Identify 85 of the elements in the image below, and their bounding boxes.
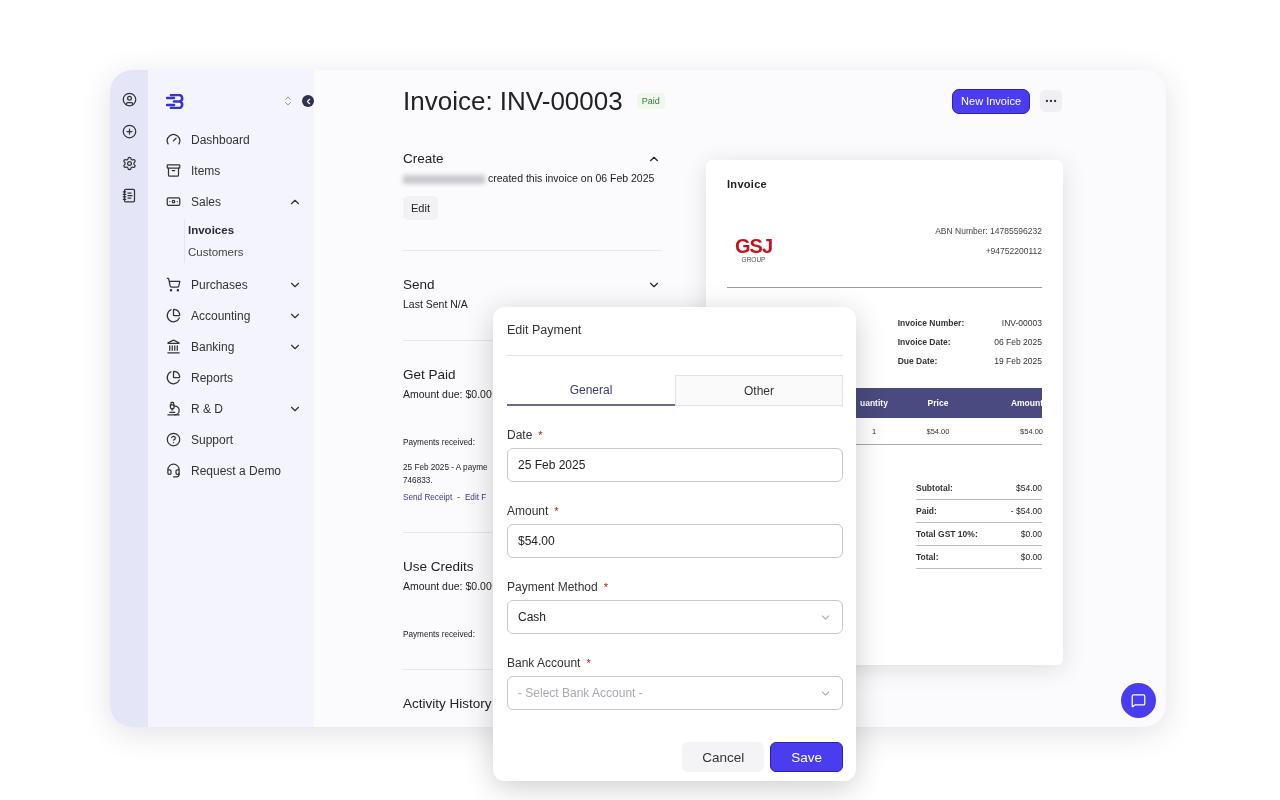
nav-subitem[interactable]: Customers <box>188 241 302 263</box>
settings-icon[interactable] <box>121 156 137 171</box>
help-icon <box>166 432 181 447</box>
section-text: Amount due: $0.00 <box>403 388 492 400</box>
notes-icon[interactable] <box>121 188 137 203</box>
column-header: Amount <box>1009 398 1043 408</box>
status-badge: Paid <box>636 93 665 109</box>
nav-item[interactable]: R & D <box>166 393 302 424</box>
total-label: Subtotal: <box>916 483 953 493</box>
pie-chart-icon <box>166 370 181 385</box>
collapse-button[interactable] <box>302 95 314 107</box>
logo-icon <box>166 93 185 109</box>
input-field[interactable]: $54.00 <box>507 524 843 558</box>
dialog-title: Edit Payment <box>507 323 843 356</box>
section-text: Last Sent N/A <box>403 298 468 310</box>
nav-item[interactable]: Sales <box>166 186 302 217</box>
phone-text: +94752200112 <box>985 246 1042 256</box>
column-header: uantity <box>860 398 889 408</box>
field-label: Date * <box>507 428 544 442</box>
page-title: Invoice: INV-00003 <box>403 85 623 117</box>
preview-title: Invoice <box>727 178 768 190</box>
total-value: - $54.00 <box>1010 506 1042 516</box>
separator-text: - <box>457 493 460 502</box>
detail-label: Due Date: <box>897 356 939 366</box>
payments-label: Payments received: <box>403 630 475 639</box>
section-title: Activity History <box>403 696 492 711</box>
pie-chart-icon <box>166 308 181 323</box>
user-icon[interactable] <box>121 92 137 107</box>
field-label: Payment Method * <box>507 580 609 594</box>
payment-entry: 25 Feb 2025 - A payme 746833. <box>403 462 488 487</box>
headset-icon <box>166 463 181 478</box>
add-icon[interactable] <box>121 124 137 139</box>
archive-box-icon <box>166 163 181 178</box>
switcher-icon[interactable] <box>282 95 294 107</box>
gauge-icon <box>166 132 181 147</box>
detail-label: Invoice Number: <box>897 318 965 328</box>
nav-subitem[interactable]: Invoices <box>188 219 302 241</box>
nav-item[interactable]: Banking <box>166 331 302 362</box>
action-link[interactable]: Send Receipt <box>403 493 453 502</box>
field-label: Amount * <box>507 504 560 518</box>
section-text: Amount due: $0.00 <box>403 580 492 592</box>
required-mark: * <box>603 581 608 593</box>
column-header: Price <box>926 398 950 408</box>
nav-item[interactable]: Support <box>166 424 302 455</box>
bank-icon <box>166 339 181 354</box>
total-value: $54.00 <box>1016 483 1042 493</box>
edit-button[interactable]: Edit <box>403 196 438 220</box>
action-link[interactable]: Edit F <box>464 493 487 502</box>
total-label: Total GST 10%: <box>916 529 978 539</box>
more-button[interactable] <box>1040 90 1062 112</box>
new-invoice-button[interactable]: New Invoice <box>952 88 1030 114</box>
nav-item[interactable]: Purchases <box>166 269 302 300</box>
total-value: $0.00 <box>1020 552 1042 562</box>
detail-value: 19 Feb 2025 <box>994 356 1042 366</box>
total-label: Paid: <box>916 506 937 516</box>
section-title: Get Paid <box>403 367 456 382</box>
required-mark: * <box>554 505 559 517</box>
chat-icon <box>1131 693 1146 708</box>
tab[interactable]: Other <box>675 375 843 406</box>
detail-value: 06 Feb 2025 <box>994 337 1042 347</box>
field-label: Bank Account * <box>507 656 592 670</box>
save-button[interactable]: Save <box>770 742 843 772</box>
total-label: Total: <box>916 552 939 562</box>
microscope-icon <box>166 401 181 416</box>
abn-text: ABN Number: 14785596232 <box>935 226 1042 236</box>
section-title: Send <box>403 277 435 292</box>
detail-value: INV-00003 <box>1000 318 1042 328</box>
section-text: created this invoice on 06 Feb 2025 <box>403 172 655 184</box>
cart-icon <box>166 277 181 292</box>
required-mark: * <box>586 657 591 669</box>
section-title: Use Credits <box>403 559 474 574</box>
banknote-icon <box>166 194 181 209</box>
total-value: $0.00 <box>1020 529 1042 539</box>
nav-item[interactable]: Items <box>166 155 302 186</box>
nav-item[interactable]: Accounting <box>166 300 302 331</box>
section-title: Create <box>403 151 444 166</box>
nav-item[interactable]: Reports <box>166 362 302 393</box>
nav-item[interactable]: Dashboard <box>166 124 302 155</box>
cancel-button[interactable]: Cancel <box>682 742 765 772</box>
input-field[interactable]: 25 Feb 2025 <box>507 448 843 482</box>
nav-item[interactable]: Request a Demo <box>166 455 302 486</box>
payments-label: Payments received: <box>403 438 475 447</box>
select-field[interactable]: Cash <box>507 600 843 634</box>
required-mark: * <box>538 429 543 441</box>
detail-label: Invoice Date: <box>897 337 952 347</box>
